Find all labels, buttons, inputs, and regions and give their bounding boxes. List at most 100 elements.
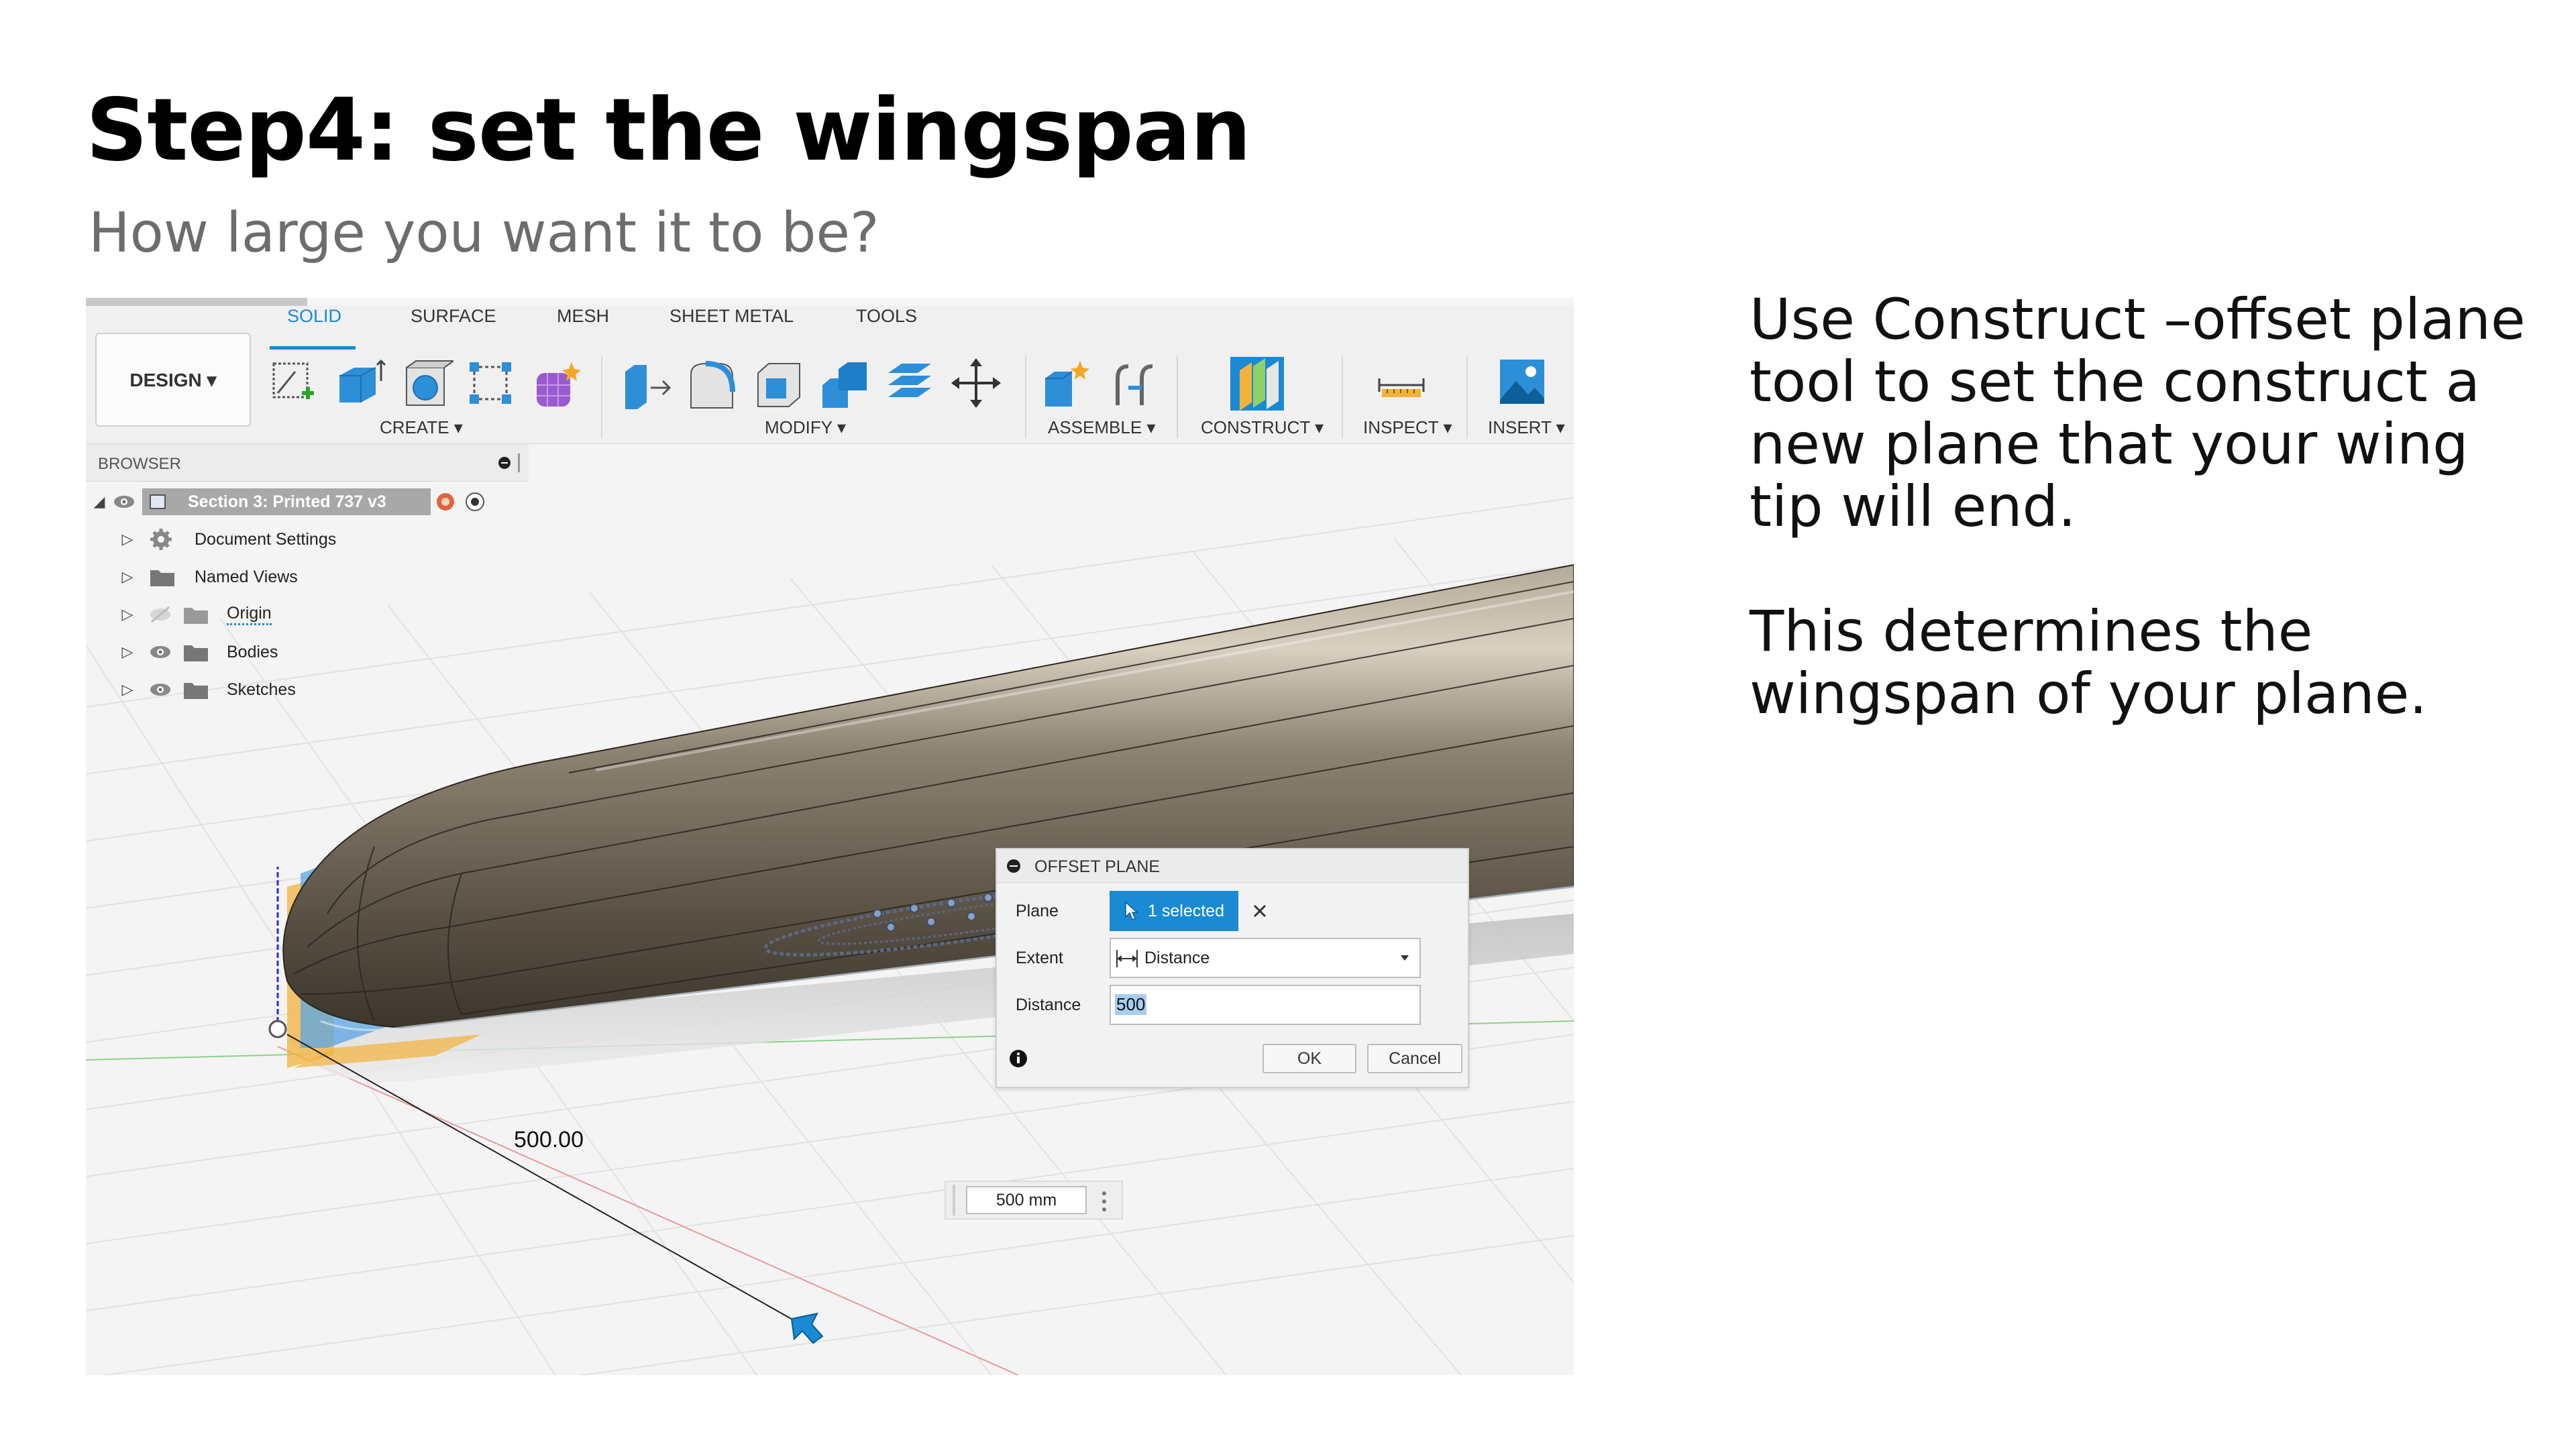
replace-face-icon[interactable] bbox=[883, 356, 935, 408]
info-icon[interactable] bbox=[1009, 1049, 1028, 1068]
browser-title: BROWSER bbox=[98, 455, 182, 473]
dialog-title: OFFSET PLANE bbox=[1034, 857, 1161, 876]
measure-icon[interactable] bbox=[1375, 358, 1428, 411]
wingspan-paragraph: This determines the wingspan of your pla… bbox=[1750, 598, 2428, 727]
plane-label: Plane bbox=[1016, 902, 1059, 920]
workspace-switcher[interactable]: DESIGN ▾ bbox=[95, 333, 251, 427]
slide-title: Step4: set the wingspan bbox=[86, 80, 1251, 180]
folder-icon bbox=[184, 683, 208, 699]
folder-icon bbox=[184, 608, 208, 624]
form-icon[interactable] bbox=[531, 358, 584, 411]
cancel-button[interactable]: Cancel bbox=[1367, 1044, 1462, 1073]
panel-grip[interactable] bbox=[518, 453, 520, 472]
create-sketch-icon[interactable] bbox=[268, 358, 321, 411]
create-menu[interactable]: CREATE ▾ bbox=[380, 417, 463, 438]
assemble-menu[interactable]: ASSEMBLE ▾ bbox=[1048, 417, 1155, 438]
joint-icon[interactable] bbox=[1108, 358, 1161, 411]
floating-distance-input[interactable]: 500 mm bbox=[966, 1186, 1087, 1214]
distance-value[interactable]: 500 bbox=[1115, 994, 1147, 1015]
tab-tools[interactable]: TOOLS bbox=[856, 306, 917, 327]
clear-selection-icon[interactable] bbox=[1252, 903, 1268, 919]
plane-selection-value: 1 selected bbox=[1148, 901, 1224, 920]
new-component-icon[interactable] bbox=[1041, 358, 1093, 411]
tab-mesh[interactable]: MESH bbox=[557, 306, 609, 327]
distance-extent-icon bbox=[1116, 950, 1138, 967]
expand-triangle-icon[interactable]: ▷ bbox=[114, 568, 141, 586]
origin-point[interactable] bbox=[268, 1020, 287, 1038]
expand-triangle-icon[interactable]: ▷ bbox=[114, 681, 141, 698]
insert-image-icon[interactable] bbox=[1496, 356, 1548, 408]
eye-icon[interactable] bbox=[149, 681, 172, 698]
insert-menu[interactable]: INSERT ▾ bbox=[1488, 417, 1565, 438]
eye-icon[interactable] bbox=[113, 493, 136, 511]
group-divider bbox=[1025, 356, 1026, 439]
more-options-icon[interactable] bbox=[1100, 1190, 1108, 1213]
sketch-pattern-icon[interactable] bbox=[466, 358, 518, 411]
slide-body: Use Construct –offset plane tool to set … bbox=[1750, 288, 2555, 788]
collapse-triangle-icon[interactable]: ◢ bbox=[86, 493, 113, 511]
slide-subtitle: How large you want it to be? bbox=[89, 201, 879, 265]
gear-icon bbox=[150, 529, 172, 550]
move-copy-icon[interactable] bbox=[950, 357, 1002, 409]
chevron-down-icon bbox=[1401, 955, 1409, 961]
document-settings-label: Document Settings bbox=[195, 529, 337, 549]
browser-item-origin[interactable]: ▷ Origin bbox=[114, 598, 272, 631]
named-views-label: Named Views bbox=[195, 567, 298, 586]
collapse-dialog-icon[interactable] bbox=[1006, 859, 1021, 873]
origin-label: Origin bbox=[227, 604, 272, 625]
folder-icon bbox=[150, 570, 174, 586]
browser-panel: BROWSER ◢ Section 3: Printed 737 v3 ▷ Do… bbox=[86, 444, 529, 867]
drag-handle[interactable] bbox=[953, 1185, 955, 1216]
bodies-label: Bodies bbox=[227, 642, 278, 661]
offset-plane-dialog: OFFSET PLANE Plane 1 selected Extent Dis… bbox=[996, 848, 1469, 1088]
inspect-menu[interactable]: INSPECT ▾ bbox=[1363, 417, 1452, 438]
cursor-arrow-icon bbox=[1125, 901, 1138, 921]
group-divider bbox=[601, 356, 602, 439]
browser-root-row[interactable]: ◢ Section 3: Printed 737 v3 bbox=[86, 486, 515, 518]
group-divider bbox=[1177, 356, 1178, 439]
floating-distance-box: 500 mm bbox=[945, 1181, 1123, 1220]
browser-item-sketches[interactable]: ▷ Sketches bbox=[114, 674, 296, 706]
fusion-screenshot: DESIGN ▾ SOLID SURFACE MESH SHEET METAL … bbox=[86, 298, 1574, 1375]
tab-sheet-metal[interactable]: SHEET METAL bbox=[669, 306, 794, 327]
tab-surface[interactable]: SURFACE bbox=[411, 306, 496, 327]
construct-menu[interactable]: CONSTRUCT ▾ bbox=[1201, 417, 1324, 438]
modify-menu[interactable]: MODIFY ▾ bbox=[765, 417, 846, 438]
expand-triangle-icon[interactable]: ▷ bbox=[114, 643, 141, 661]
root-component[interactable]: Section 3: Printed 737 v3 bbox=[142, 488, 431, 515]
distance-input[interactable]: 500 bbox=[1110, 985, 1421, 1025]
window-strip bbox=[86, 298, 307, 306]
extrude-icon[interactable] bbox=[334, 356, 386, 408]
browser-item-bodies[interactable]: ▷ Bodies bbox=[114, 636, 278, 668]
browser-item-document-settings[interactable]: ▷ Document Settings bbox=[114, 523, 336, 555]
root-component-label: Section 3: Printed 737 v3 bbox=[188, 492, 386, 511]
collapse-icon[interactable] bbox=[498, 456, 511, 470]
extent-dropdown[interactable]: Distance bbox=[1110, 938, 1421, 978]
browser-header: BROWSER bbox=[86, 444, 529, 482]
design-history-icon[interactable] bbox=[435, 491, 456, 513]
ribbon-toolbar: DESIGN ▾ SOLID SURFACE MESH SHEET METAL … bbox=[86, 306, 1574, 444]
eye-icon[interactable] bbox=[149, 643, 172, 661]
fillet-icon[interactable] bbox=[686, 358, 738, 411]
ok-button[interactable]: OK bbox=[1263, 1044, 1356, 1073]
tab-solid[interactable]: SOLID bbox=[287, 306, 341, 327]
offset-dimension-label: 500.00 bbox=[514, 1127, 584, 1152]
hidden-eye-icon[interactable] bbox=[149, 606, 172, 623]
shell-icon[interactable] bbox=[753, 358, 805, 411]
combine-icon[interactable] bbox=[818, 358, 871, 411]
plane-selection-button[interactable]: 1 selected bbox=[1110, 891, 1238, 931]
construct-plane-icon[interactable] bbox=[1226, 353, 1288, 415]
activate-radio-icon[interactable] bbox=[464, 491, 486, 513]
instruction-paragraph: Use Construct –offset plane tool to set … bbox=[1750, 286, 2526, 539]
browser-item-named-views[interactable]: ▷ Named Views bbox=[114, 561, 298, 593]
extent-label: Extent bbox=[1016, 949, 1063, 967]
folder-icon bbox=[184, 645, 208, 661]
revolve-icon[interactable] bbox=[401, 358, 453, 411]
active-tab-indicator bbox=[270, 346, 356, 350]
dialog-header: OFFSET PLANE bbox=[997, 849, 1468, 883]
group-divider bbox=[1466, 356, 1468, 439]
expand-triangle-icon[interactable]: ▷ bbox=[114, 531, 141, 548]
expand-triangle-icon[interactable]: ▷ bbox=[114, 606, 141, 623]
sketches-label: Sketches bbox=[227, 680, 296, 699]
press-pull-icon[interactable] bbox=[620, 358, 672, 411]
